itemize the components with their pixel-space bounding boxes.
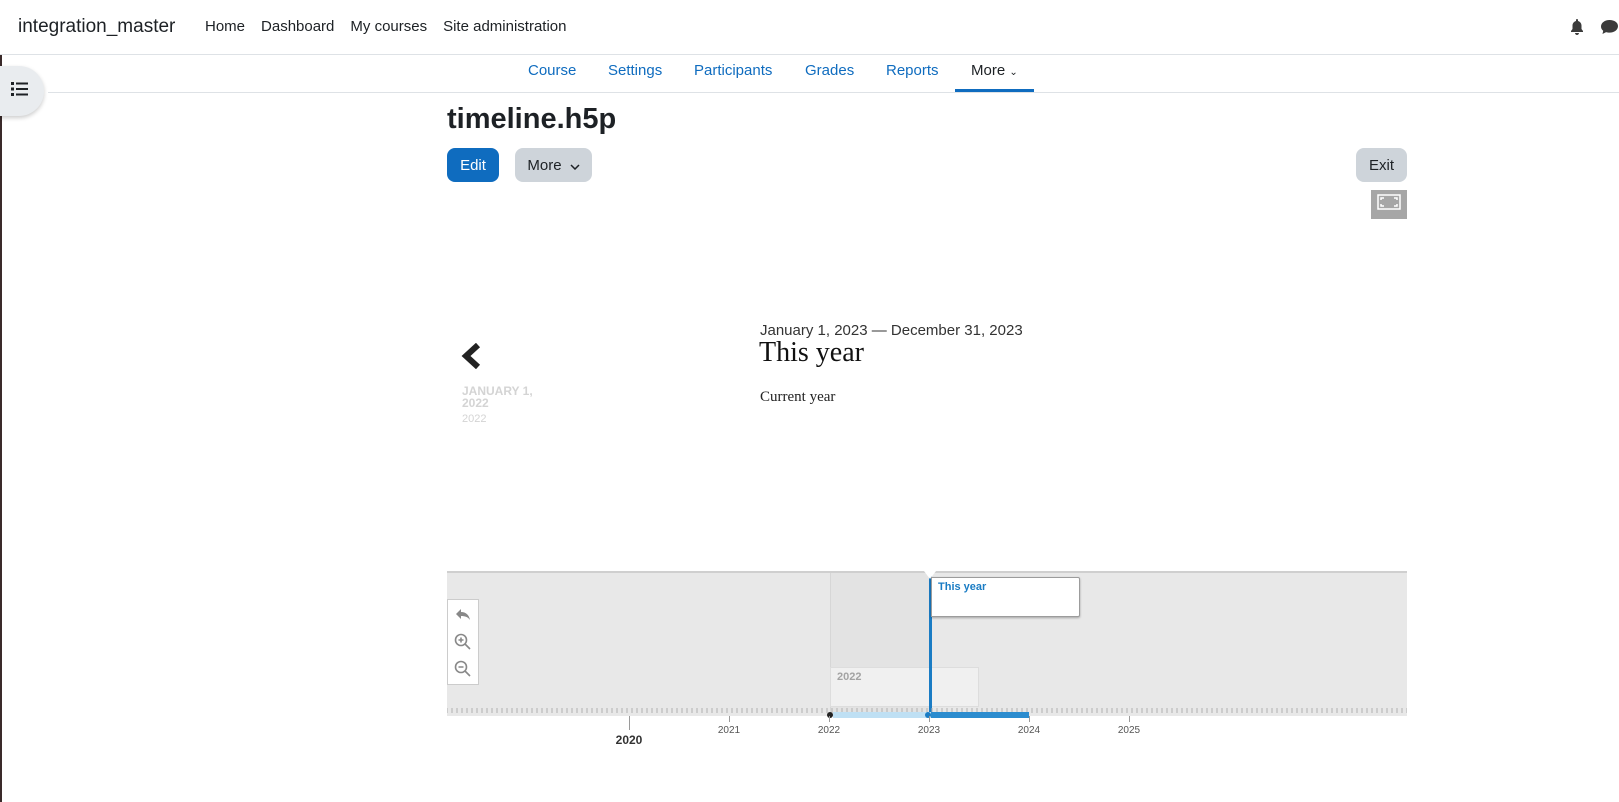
timeline-tools bbox=[447, 599, 479, 685]
bell-icon[interactable] bbox=[1570, 19, 1584, 40]
axis-year-label: 2025 bbox=[1117, 725, 1141, 736]
timeline-marker-2022[interactable]: 2022 bbox=[830, 667, 979, 707]
timeline-marker-2022-label: 2022 bbox=[837, 671, 862, 683]
previous-slide-year[interactable]: 2022 bbox=[462, 413, 486, 425]
axis-year-label: 2024 bbox=[1017, 725, 1041, 736]
previous-slide-icon[interactable] bbox=[460, 342, 482, 374]
nav-site-administration[interactable]: Site administration bbox=[443, 18, 566, 35]
era-range-past bbox=[833, 712, 931, 718]
list-icon bbox=[11, 81, 29, 101]
edit-button[interactable]: Edit bbox=[447, 148, 499, 182]
tab-participants[interactable]: Participants bbox=[694, 62, 772, 79]
fullscreen-button[interactable] bbox=[1371, 190, 1407, 219]
previous-slide-date[interactable]: JANUARY 1, 2022 bbox=[462, 385, 562, 409]
era-range-current bbox=[931, 712, 1029, 718]
site-brand[interactable]: integration_master bbox=[18, 16, 175, 38]
tab-reports[interactable]: Reports bbox=[886, 62, 939, 79]
slide-text: Current year bbox=[760, 389, 836, 405]
timeline-era-range bbox=[833, 712, 1029, 718]
tick-line bbox=[1129, 716, 1130, 722]
window-edge bbox=[0, 0, 2, 802]
tick-line bbox=[1029, 716, 1030, 722]
more-button-label: More bbox=[527, 156, 562, 174]
axis-year-label: 2022 bbox=[817, 725, 841, 736]
chat-icon[interactable] bbox=[1600, 19, 1619, 40]
slide-title: This year bbox=[759, 337, 864, 368]
axis-major-label: 2020 bbox=[615, 733, 643, 747]
axis-year-label: 2021 bbox=[717, 725, 741, 736]
nav-home[interactable]: Home bbox=[205, 18, 245, 35]
nav-dashboard[interactable]: Dashboard bbox=[261, 18, 334, 35]
era-current-dot bbox=[925, 712, 931, 718]
tick-line bbox=[929, 716, 930, 722]
course-index-toggle[interactable] bbox=[0, 66, 44, 116]
page-title: timeline.h5p bbox=[447, 103, 617, 135]
timeline-navigator[interactable]: 2022 This year bbox=[447, 571, 1407, 716]
axis-year-label: 2023 bbox=[917, 725, 941, 736]
fullscreen-icon bbox=[1377, 194, 1401, 215]
chevron-down-icon: ⌄ bbox=[1009, 67, 1018, 78]
timeline-marker-this-year-label: This year bbox=[938, 581, 987, 593]
tab-course[interactable]: Course bbox=[528, 62, 576, 79]
zoom-out-icon[interactable] bbox=[454, 660, 472, 678]
tick-line bbox=[729, 716, 730, 722]
chevron-down-icon bbox=[570, 157, 580, 174]
primary-nav: Home Dashboard My courses Site administr… bbox=[205, 18, 583, 35]
tab-settings[interactable]: Settings bbox=[608, 62, 662, 79]
nav-my-courses[interactable]: My courses bbox=[350, 18, 427, 35]
secondary-nav: Course Settings Participants Grades Repo… bbox=[48, 54, 1619, 93]
tab-more-label: More bbox=[971, 62, 1006, 79]
timeline-marker-this-year[interactable]: This year bbox=[931, 577, 1080, 617]
era-start-dot bbox=[827, 712, 833, 718]
zoom-in-icon[interactable] bbox=[454, 633, 472, 651]
tick-line bbox=[829, 716, 830, 722]
tab-grades[interactable]: Grades bbox=[805, 62, 854, 79]
major-tick-line bbox=[629, 716, 630, 730]
tab-more[interactable]: More ⌄ bbox=[971, 62, 1018, 79]
active-tab-indicator bbox=[955, 89, 1034, 92]
more-menu-button[interactable]: More bbox=[515, 148, 592, 182]
exit-button[interactable]: Exit bbox=[1356, 148, 1407, 182]
back-to-start-icon[interactable] bbox=[454, 606, 472, 624]
top-navbar: integration_master Home Dashboard My cou… bbox=[0, 0, 1619, 55]
